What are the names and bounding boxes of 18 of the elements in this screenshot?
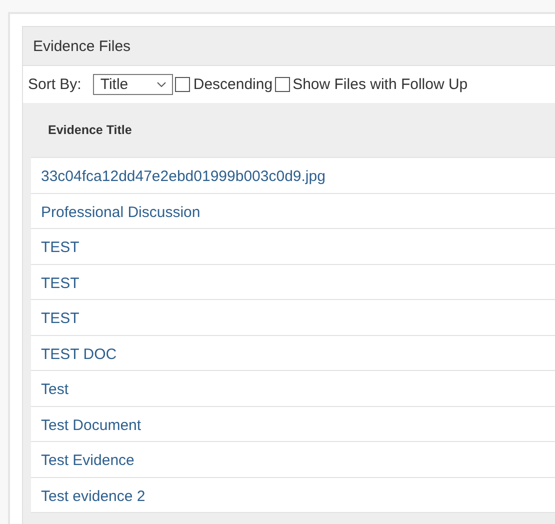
evidence-link[interactable]: TEST: [41, 274, 80, 292]
chevron-down-icon: [157, 82, 166, 87]
sort-label: Sort By:: [28, 76, 82, 93]
checkbox-label: Show Files with Follow Up: [292, 76, 468, 93]
checkbox[interactable]: [175, 77, 190, 92]
evidence-link[interactable]: TEST: [41, 239, 80, 256]
evidence-link[interactable]: Test Evidence: [41, 452, 134, 469]
panel-title: Evidence Files: [33, 38, 131, 54]
evidence-link[interactable]: Test: [41, 381, 69, 398]
checkbox-label: Descending: [193, 76, 273, 93]
evidence-link[interactable]: Test Document: [41, 416, 142, 434]
evidence-link[interactable]: Professional Discussion: [41, 204, 200, 220]
checkbox[interactable]: [274, 77, 290, 92]
evidence-link[interactable]: TEST: [41, 310, 80, 327]
evidence-link[interactable]: Test evidence 2: [41, 488, 146, 504]
sort-dropdown[interactable]: Title: [93, 74, 174, 95]
evidence-link[interactable]: TEST DOC: [41, 346, 117, 362]
column-header: Evidence Title: [48, 123, 132, 137]
